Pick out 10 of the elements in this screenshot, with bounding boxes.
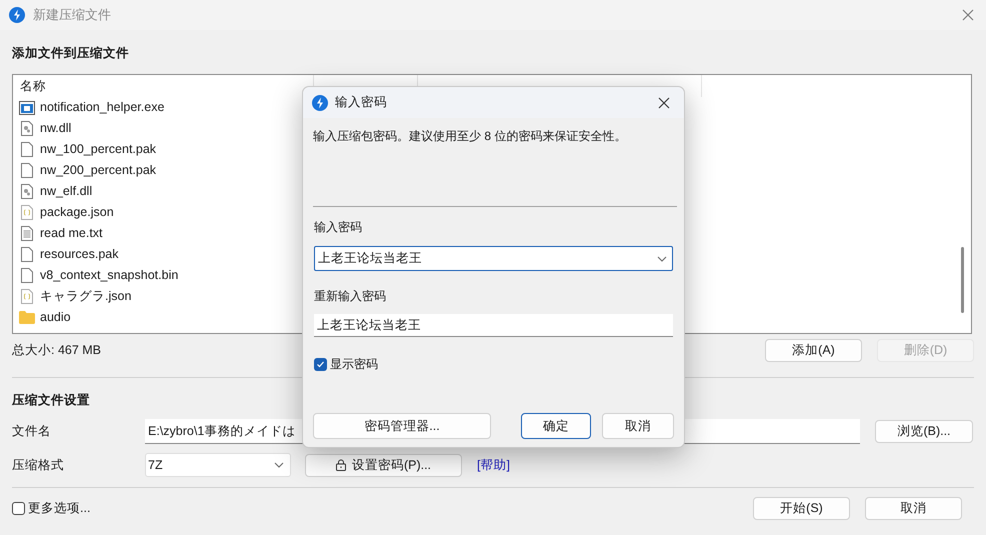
dialog-description: 输入压缩包密码。建议使用至少 8 位的密码来保证安全性。 (313, 128, 628, 145)
field-label: 输入密码 (314, 219, 363, 236)
window-title: 新建压缩文件 (33, 6, 111, 24)
total-size: 总大小: 467 MB (12, 342, 102, 360)
field-label: 压缩格式 (12, 456, 65, 474)
dialog-title: 输入密码 (335, 94, 387, 112)
section-heading: 添加文件到压缩文件 (12, 45, 130, 62)
field-label: 重新输入密码 (314, 288, 387, 305)
section-heading: 压缩文件设置 (12, 392, 91, 409)
field-label: 文件名 (12, 423, 52, 440)
